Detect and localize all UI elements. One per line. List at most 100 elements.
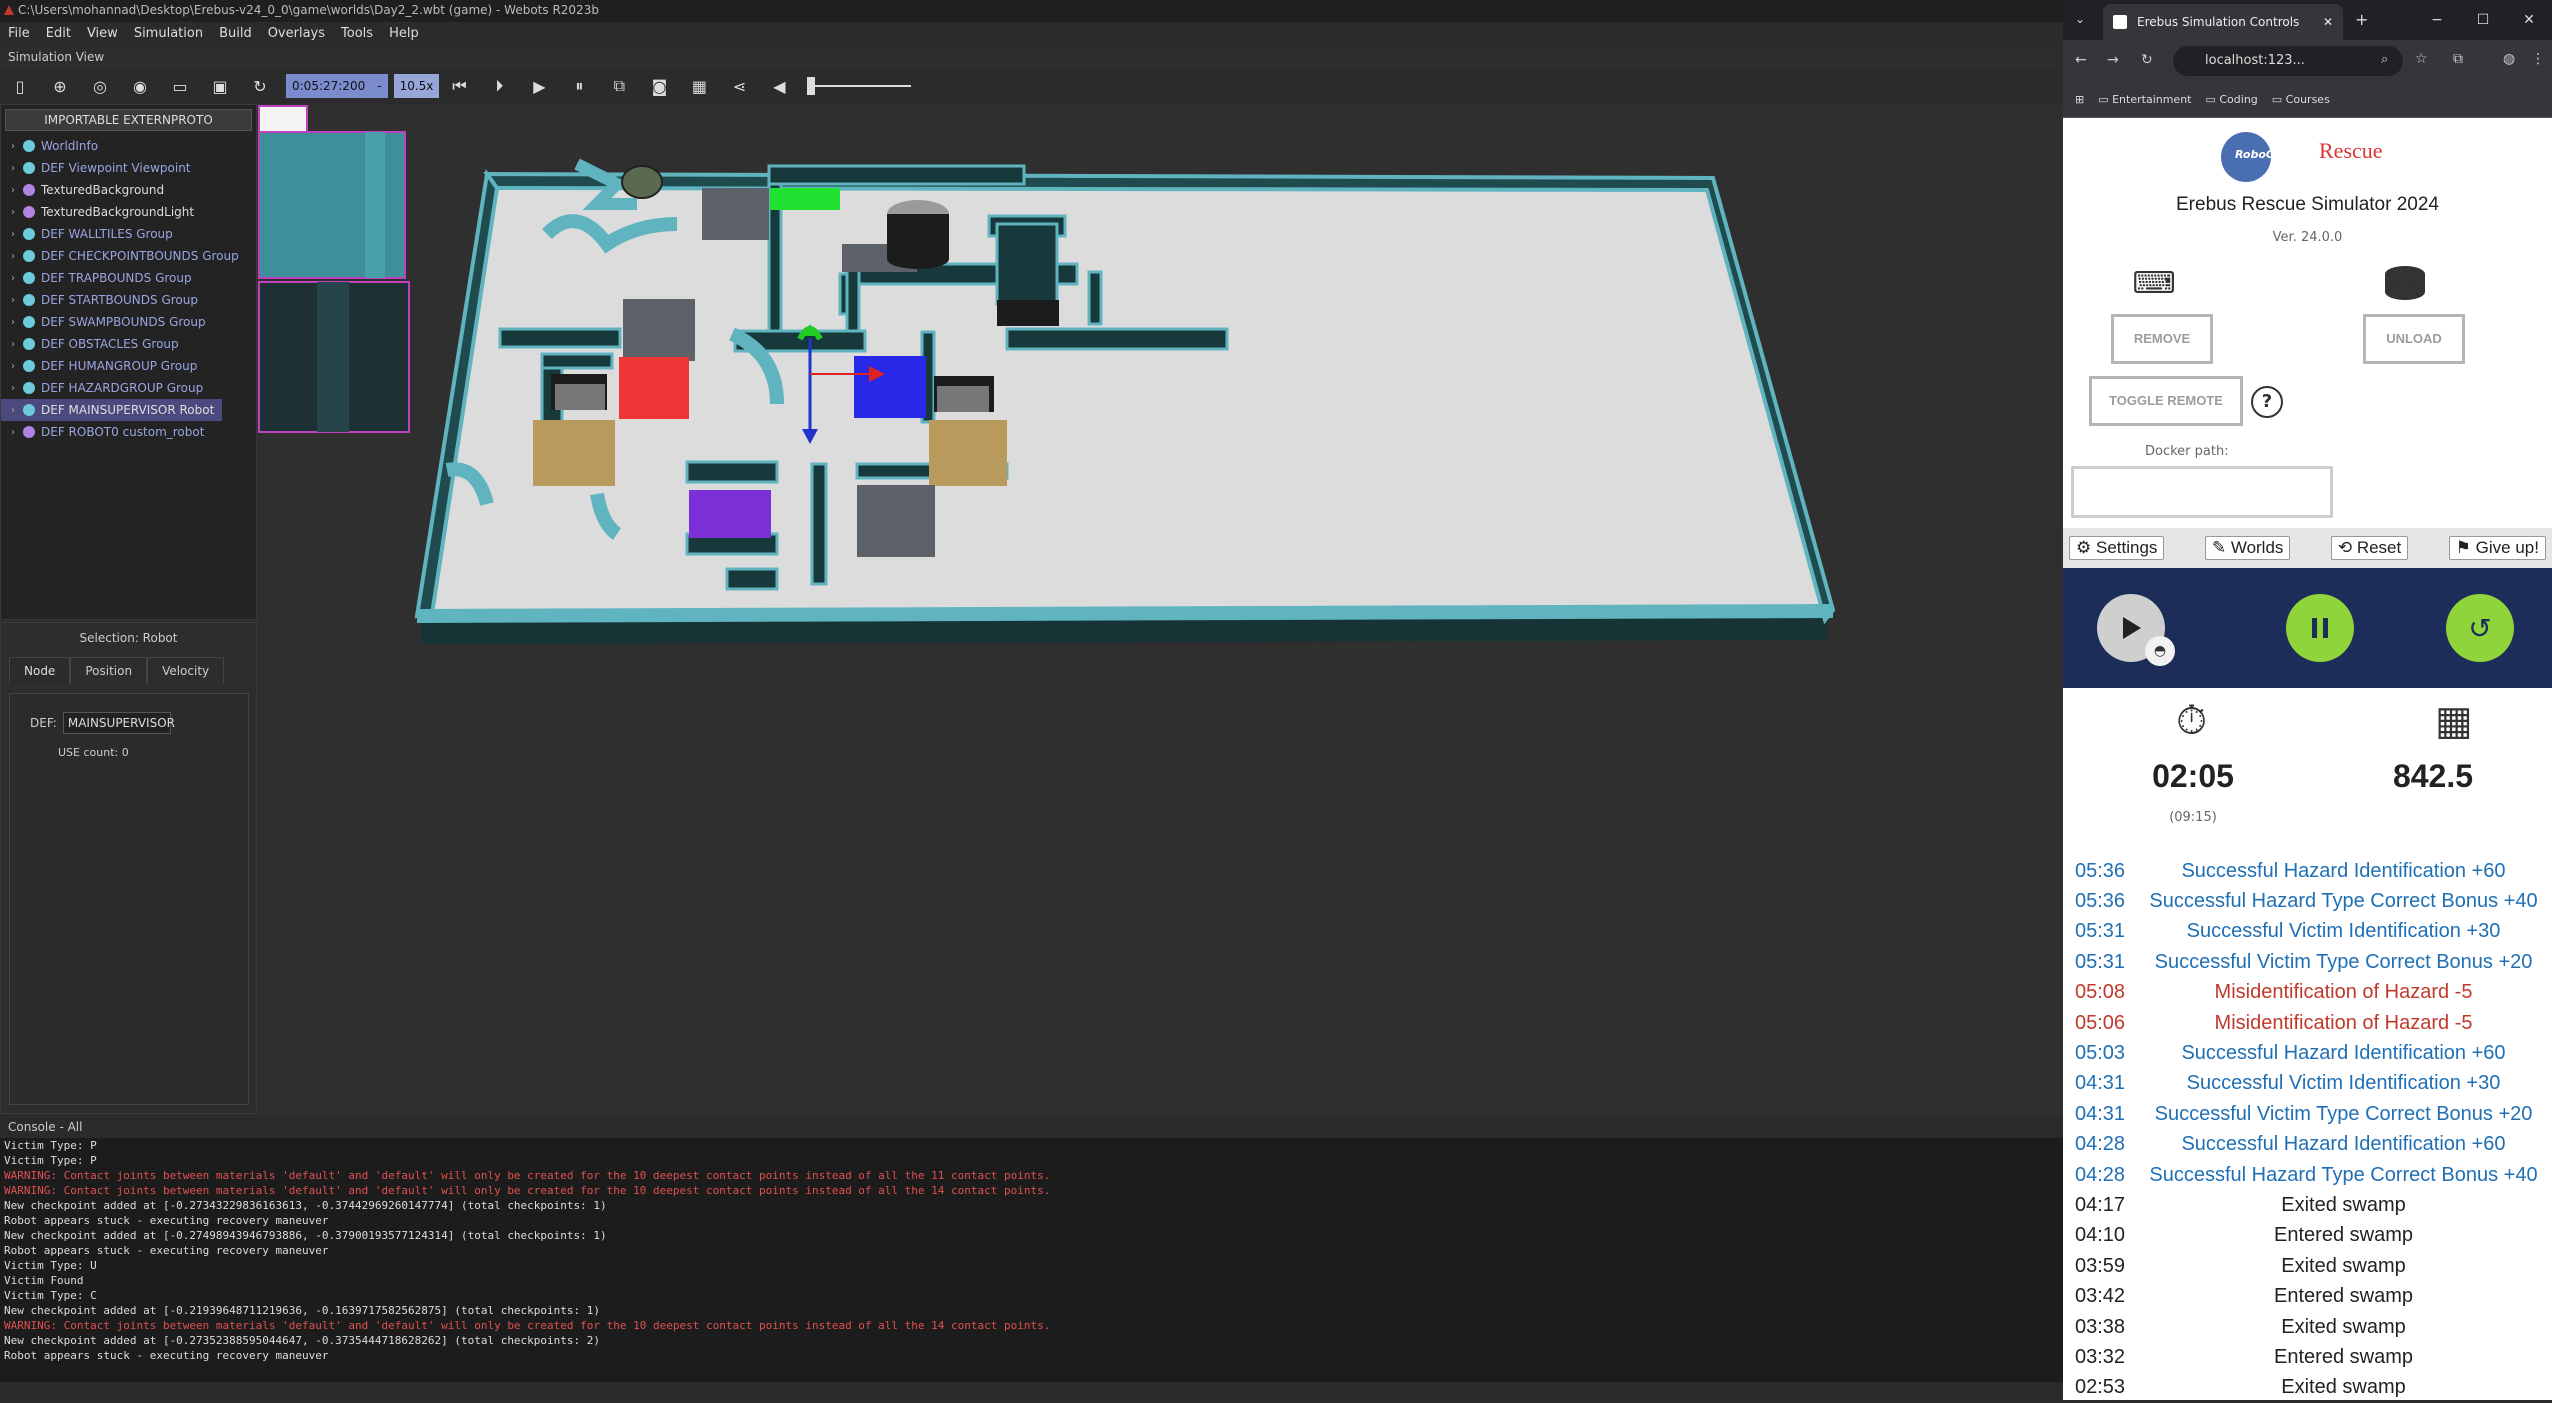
apps-grid-icon[interactable]: ⊞ (2075, 93, 2084, 106)
scene-tree-item[interactable]: › DEF OBSTACLES Group (1, 333, 256, 355)
reset-button[interactable]: ⟲ Reset (2330, 536, 2409, 560)
menu-tools[interactable]: Tools (333, 22, 381, 46)
settings-button[interactable]: ⚙ Settings (2069, 536, 2165, 560)
console-scrollbar[interactable] (0, 1382, 2063, 1400)
fast-forward-icon[interactable]: ⧉ (607, 74, 631, 98)
scene-tree-item[interactable]: › DEF HAZARDGROUP Group (1, 377, 256, 399)
new-tab-icon[interactable]: + (2355, 10, 2368, 29)
log-time: 02:53 (2075, 1376, 2126, 1399)
tab-node[interactable]: Node (9, 657, 71, 684)
address-bar-row: ← → ↻ localhost:123... ⌕ ☆ ⧉ ◍ ⋮ (2063, 40, 2552, 82)
reload-icon[interactable]: ↻ (2141, 52, 2153, 68)
expand-arrow-icon[interactable]: › (11, 427, 23, 438)
expand-arrow-icon[interactable]: › (11, 273, 23, 284)
menu-simulation[interactable]: Simulation (126, 22, 211, 46)
step-back-icon[interactable]: ⏮ (447, 74, 471, 98)
menu-overlays[interactable]: Overlays (260, 22, 333, 46)
menu-dots-icon[interactable]: ⋮ (2531, 51, 2545, 67)
scene-tree-item[interactable]: › DEF WALLTILES Group (1, 223, 256, 245)
scene-tree-item[interactable]: › TexturedBackgroundLight (1, 201, 256, 223)
importable-externproto-button[interactable]: IMPORTABLE EXTERNPROTO (5, 109, 252, 131)
record-movie-icon[interactable]: ▦ (687, 74, 711, 98)
volume-slider[interactable] (807, 77, 912, 95)
open-folder-icon[interactable]: ▭ (168, 74, 192, 98)
expand-arrow-icon[interactable]: › (11, 295, 23, 306)
step-icon[interactable]: ⏵ (487, 74, 511, 98)
scene-tree-item[interactable]: › DEF STARTBOUNDS Group (1, 289, 256, 311)
url-field[interactable]: localhost:123... (2173, 46, 2403, 76)
log-message: Successful Victim Type Correct Bonus +20 (2154, 1102, 2533, 1125)
zoom-icon[interactable]: ⌕ (2381, 52, 2388, 67)
tab-position[interactable]: Position (70, 657, 148, 684)
back-icon[interactable]: ← (2075, 52, 2087, 68)
scene-tree-item[interactable]: › DEF SWAMPBOUNDS Group (1, 311, 256, 333)
expand-arrow-icon[interactable]: › (11, 317, 23, 328)
menu-help[interactable]: Help (381, 22, 427, 46)
expand-arrow-icon[interactable]: › (11, 185, 23, 196)
expand-arrow-icon[interactable]: › (11, 339, 23, 350)
scene-tree-item[interactable]: › DEF TRAPBOUNDS Group (1, 267, 256, 289)
reset-simulation-icon[interactable]: ↻ (248, 74, 272, 98)
tab-velocity[interactable]: Velocity (147, 657, 225, 684)
add-node-icon[interactable]: ⊕ (48, 74, 72, 98)
menu-build[interactable]: Build (211, 22, 260, 46)
console: Console - All Victim Type: P Victim Type:… (0, 1116, 2063, 1400)
log-row: 04:31 Successful Victim Identification +3… (2063, 1069, 2552, 1099)
log-message: Exited swamp (2281, 1254, 2406, 1277)
close-window-icon[interactable]: ✕ (2506, 12, 2552, 28)
extensions-icon[interactable]: ⧉ (2453, 51, 2463, 67)
screenshot-icon[interactable]: ◙ (647, 74, 671, 98)
view-icon[interactable]: ◉ (128, 74, 152, 98)
expand-arrow-icon[interactable]: › (11, 163, 23, 174)
scene-tree-item[interactable]: › TexturedBackground (1, 179, 256, 201)
toggle-scene-tree-icon[interactable]: ▯ (8, 74, 32, 98)
play-icon[interactable]: ▶ (527, 74, 551, 98)
give-up-button[interactable]: ⚑ Give up! (2448, 536, 2546, 560)
scene-tree-item[interactable]: › DEF Viewpoint Viewpoint (1, 157, 256, 179)
scene-tree-item[interactable]: › DEF ROBOT0 custom_robot (1, 421, 256, 443)
menu-file[interactable]: File (0, 22, 38, 46)
unload-button[interactable]: UNLOAD (2363, 314, 2465, 364)
help-icon[interactable]: ? (2251, 386, 2283, 418)
restart-button[interactable]: ↺ (2446, 594, 2514, 662)
share-icon[interactable]: ⋖ (727, 74, 751, 98)
bookmark-coding[interactable]: ▭ Coding (2205, 93, 2257, 106)
expand-arrow-icon[interactable]: › (11, 229, 23, 240)
bookmark-star-icon[interactable]: ☆ (2415, 51, 2428, 67)
forward-icon[interactable]: → (2107, 52, 2119, 68)
3d-viewport[interactable] (257, 104, 2063, 1114)
tab-list-chevron-icon[interactable]: ⌄ (2075, 12, 2085, 26)
expand-arrow-icon[interactable]: › (11, 207, 23, 218)
expand-arrow-icon[interactable]: › (11, 141, 23, 152)
scene-tree-item[interactable]: › DEF MAINSUPERVISOR Robot (1, 399, 222, 421)
toggle-remote-button[interactable]: TOGGLE REMOTE (2089, 376, 2243, 426)
bookmark-entertainment[interactable]: ▭ Entertainment (2098, 93, 2191, 106)
minimize-icon[interactable]: − (2414, 12, 2460, 28)
profile-icon[interactable]: ◍ (2503, 51, 2515, 67)
close-tab-icon[interactable]: ✕ (2323, 15, 2333, 29)
expand-arrow-icon[interactable]: › (11, 251, 23, 262)
scene-tree-item[interactable]: › DEF CHECKPOINTBOUNDS Group (1, 245, 256, 267)
browser-tab-active[interactable]: Erebus Simulation Controls ✕ (2103, 4, 2343, 40)
scene-tree-item[interactable]: › DEF HUMANGROUP Group (1, 355, 256, 377)
reload-world-icon[interactable]: ◎ (88, 74, 112, 98)
save-icon[interactable]: ▣ (208, 74, 232, 98)
volume-icon[interactable]: ◀ (767, 74, 791, 98)
menu-view[interactable]: View (79, 22, 126, 46)
expand-arrow-icon[interactable]: › (11, 361, 23, 372)
docker-path-input[interactable] (2071, 466, 2333, 518)
robot-badge-icon: ◓ (2145, 636, 2175, 666)
worlds-button[interactable]: ✎ Worlds (2204, 536, 2291, 560)
def-input[interactable]: MAINSUPERVISOR (62, 712, 175, 734)
3d-scene[interactable] (257, 104, 2063, 1114)
window-title-bar: C:\Users\mohannad\Desktop\Erebus-v24_0_0… (0, 0, 2063, 22)
remove-button[interactable]: REMOVE (2111, 314, 2213, 364)
maximize-icon[interactable]: ☐ (2460, 12, 2506, 28)
pause-icon[interactable]: ⏸ (567, 74, 591, 98)
expand-arrow-icon[interactable]: › (11, 405, 23, 416)
pause-button[interactable] (2286, 594, 2354, 662)
expand-arrow-icon[interactable]: › (11, 383, 23, 394)
scene-tree-item[interactable]: › WorldInfo (1, 135, 256, 157)
menu-edit[interactable]: Edit (38, 22, 79, 46)
bookmark-courses[interactable]: ▭ Courses (2272, 93, 2330, 106)
